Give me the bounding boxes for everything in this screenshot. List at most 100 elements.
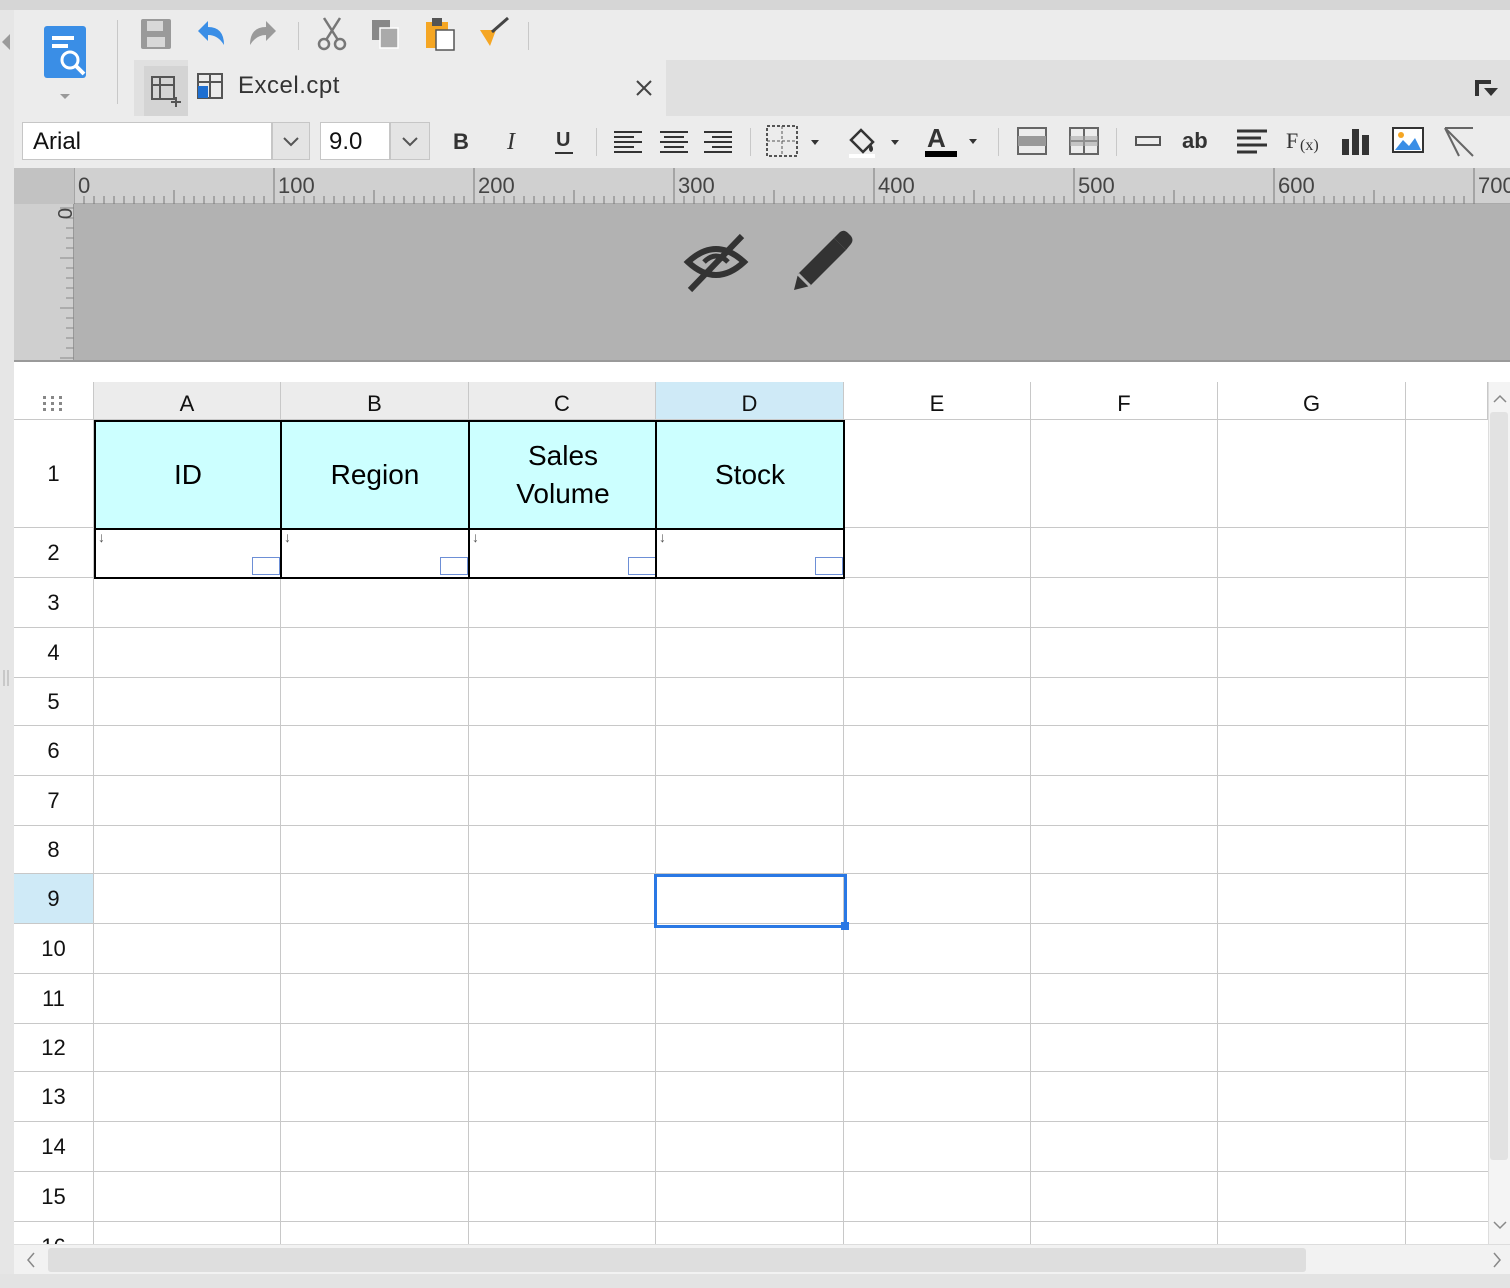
underline-icon[interactable]: U bbox=[544, 122, 584, 160]
bold-icon[interactable]: B bbox=[440, 122, 480, 160]
align-center-icon[interactable] bbox=[654, 122, 694, 160]
cell-d1[interactable]: Stock bbox=[655, 420, 845, 530]
row-header-4[interactable]: 4 bbox=[14, 628, 94, 678]
align-right-icon[interactable] bbox=[698, 122, 738, 160]
grid-line bbox=[94, 825, 1488, 826]
format-painter-icon[interactable] bbox=[474, 14, 514, 54]
column-header-b[interactable]: B bbox=[281, 382, 469, 420]
fill-color-icon[interactable] bbox=[842, 122, 908, 160]
column-header-d[interactable]: D bbox=[656, 382, 844, 420]
cell-b1[interactable]: Region bbox=[280, 420, 470, 530]
row-header-13[interactable]: 13 bbox=[14, 1072, 94, 1122]
svg-text:A: A bbox=[927, 123, 946, 153]
cell-b2[interactable]: ↓ bbox=[280, 528, 470, 579]
fill-handle[interactable] bbox=[841, 922, 849, 930]
image-icon[interactable] bbox=[1388, 122, 1428, 160]
text-cell-icon[interactable]: ab bbox=[1178, 122, 1218, 160]
slash-line-icon[interactable] bbox=[1440, 122, 1480, 160]
insert-cell-icon[interactable] bbox=[1128, 122, 1168, 160]
hidden-eye-icon[interactable] bbox=[682, 228, 752, 298]
grid-line bbox=[94, 1071, 1488, 1072]
new-report-icon[interactable] bbox=[144, 66, 188, 116]
column-header-e[interactable]: E bbox=[844, 382, 1031, 420]
row-header-10[interactable]: 10 bbox=[14, 924, 94, 974]
align-left-icon[interactable] bbox=[608, 122, 648, 160]
font-size-dropdown-icon[interactable] bbox=[390, 122, 430, 160]
select-all-corner[interactable] bbox=[14, 382, 94, 420]
column-header-c[interactable]: C bbox=[469, 382, 656, 420]
row-header-11[interactable]: 11 bbox=[14, 974, 94, 1024]
font-color-icon[interactable]: A bbox=[920, 122, 986, 160]
selected-cell-d9[interactable] bbox=[654, 874, 847, 928]
row-header-9[interactable]: 9 bbox=[14, 874, 94, 924]
toolbar-separator bbox=[117, 20, 118, 104]
horizontal-scroll-thumb[interactable] bbox=[48, 1248, 1306, 1272]
grid-line bbox=[94, 725, 1488, 726]
cut-icon[interactable] bbox=[312, 14, 352, 54]
tab-list-dropdown-icon[interactable] bbox=[1472, 76, 1500, 105]
cell-widget-icon[interactable] bbox=[628, 557, 656, 575]
column-header-extra[interactable] bbox=[1406, 382, 1488, 420]
row-header-7[interactable]: 7 bbox=[14, 776, 94, 826]
column-header-row: A B C D E F G bbox=[14, 382, 1488, 420]
cell-a2[interactable]: ↓ bbox=[94, 528, 282, 579]
toolbar-separator bbox=[1116, 128, 1117, 156]
copy-icon[interactable] bbox=[366, 14, 406, 54]
row-header-12[interactable]: 12 bbox=[14, 1024, 94, 1072]
row-header-2[interactable]: 2 bbox=[14, 528, 94, 578]
rich-text-icon[interactable] bbox=[1232, 122, 1272, 160]
row-header-14[interactable]: 14 bbox=[14, 1122, 94, 1172]
merge-cells-icon[interactable] bbox=[1012, 122, 1052, 160]
vertical-scroll-thumb[interactable] bbox=[1490, 412, 1508, 1160]
row-header-15[interactable]: 15 bbox=[14, 1172, 94, 1222]
ruler-label: 400 bbox=[878, 173, 915, 198]
cell-a1-text: ID bbox=[174, 459, 202, 490]
report-header-band[interactable] bbox=[74, 204, 1510, 360]
designer-menu-button[interactable] bbox=[40, 22, 90, 104]
cell-widget-icon[interactable] bbox=[252, 557, 280, 575]
font-family-dropdown-icon[interactable] bbox=[272, 122, 310, 160]
row-header-1[interactable]: 1 bbox=[14, 420, 94, 528]
edit-pencil-icon[interactable] bbox=[784, 226, 854, 296]
cell-c1-line2: Volume bbox=[516, 478, 610, 509]
column-header-a[interactable]: A bbox=[94, 382, 281, 420]
paste-icon[interactable] bbox=[420, 14, 460, 54]
cell-widget-icon[interactable] bbox=[815, 557, 843, 575]
ruler-corner bbox=[14, 168, 74, 204]
chart-icon[interactable] bbox=[1336, 122, 1376, 160]
formula-icon[interactable]: F (x) bbox=[1284, 122, 1324, 160]
row-header-8[interactable]: 8 bbox=[14, 826, 94, 874]
split-cells-icon[interactable] bbox=[1064, 122, 1104, 160]
svg-text:ab: ab bbox=[1182, 128, 1208, 153]
grid-line bbox=[94, 677, 1488, 678]
row-header-5[interactable]: 5 bbox=[14, 678, 94, 726]
cell-c1[interactable]: Sales Volume bbox=[468, 420, 658, 530]
row-header-6[interactable]: 6 bbox=[14, 726, 94, 776]
row-header-3[interactable]: 3 bbox=[14, 578, 94, 628]
redo-icon[interactable] bbox=[244, 14, 284, 54]
toolbar-separator bbox=[750, 128, 751, 156]
cell-d2[interactable]: ↓ bbox=[655, 528, 845, 579]
spreadsheet-grid[interactable]: A B C D E F G 12345678910111213141516 ID… bbox=[14, 382, 1488, 1244]
italic-icon[interactable]: I bbox=[492, 122, 532, 160]
font-family-select[interactable]: Arial bbox=[22, 122, 272, 160]
cell-a1[interactable]: ID bbox=[94, 420, 282, 530]
column-header-f[interactable]: F bbox=[1031, 382, 1218, 420]
font-size-select[interactable]: 9.0 bbox=[320, 122, 390, 160]
toolbar-separator bbox=[998, 128, 999, 156]
report-file-icon bbox=[196, 72, 226, 107]
border-icon[interactable] bbox=[760, 122, 826, 160]
close-tab-icon[interactable] bbox=[632, 76, 656, 105]
left-collapse-strip[interactable] bbox=[0, 10, 14, 1288]
row-header-16[interactable]: 16 bbox=[14, 1222, 94, 1244]
toolbar-separator bbox=[528, 22, 529, 50]
band-gap bbox=[14, 362, 1510, 382]
undo-icon[interactable] bbox=[190, 14, 230, 54]
window-top-strip bbox=[0, 0, 1510, 10]
ruler-label: 200 bbox=[478, 173, 515, 198]
column-header-g[interactable]: G bbox=[1218, 382, 1406, 420]
cell-c2[interactable]: ↓ bbox=[468, 528, 658, 579]
save-icon[interactable] bbox=[136, 14, 176, 54]
cell-widget-icon[interactable] bbox=[440, 557, 468, 575]
toolbar-separator bbox=[298, 22, 299, 50]
